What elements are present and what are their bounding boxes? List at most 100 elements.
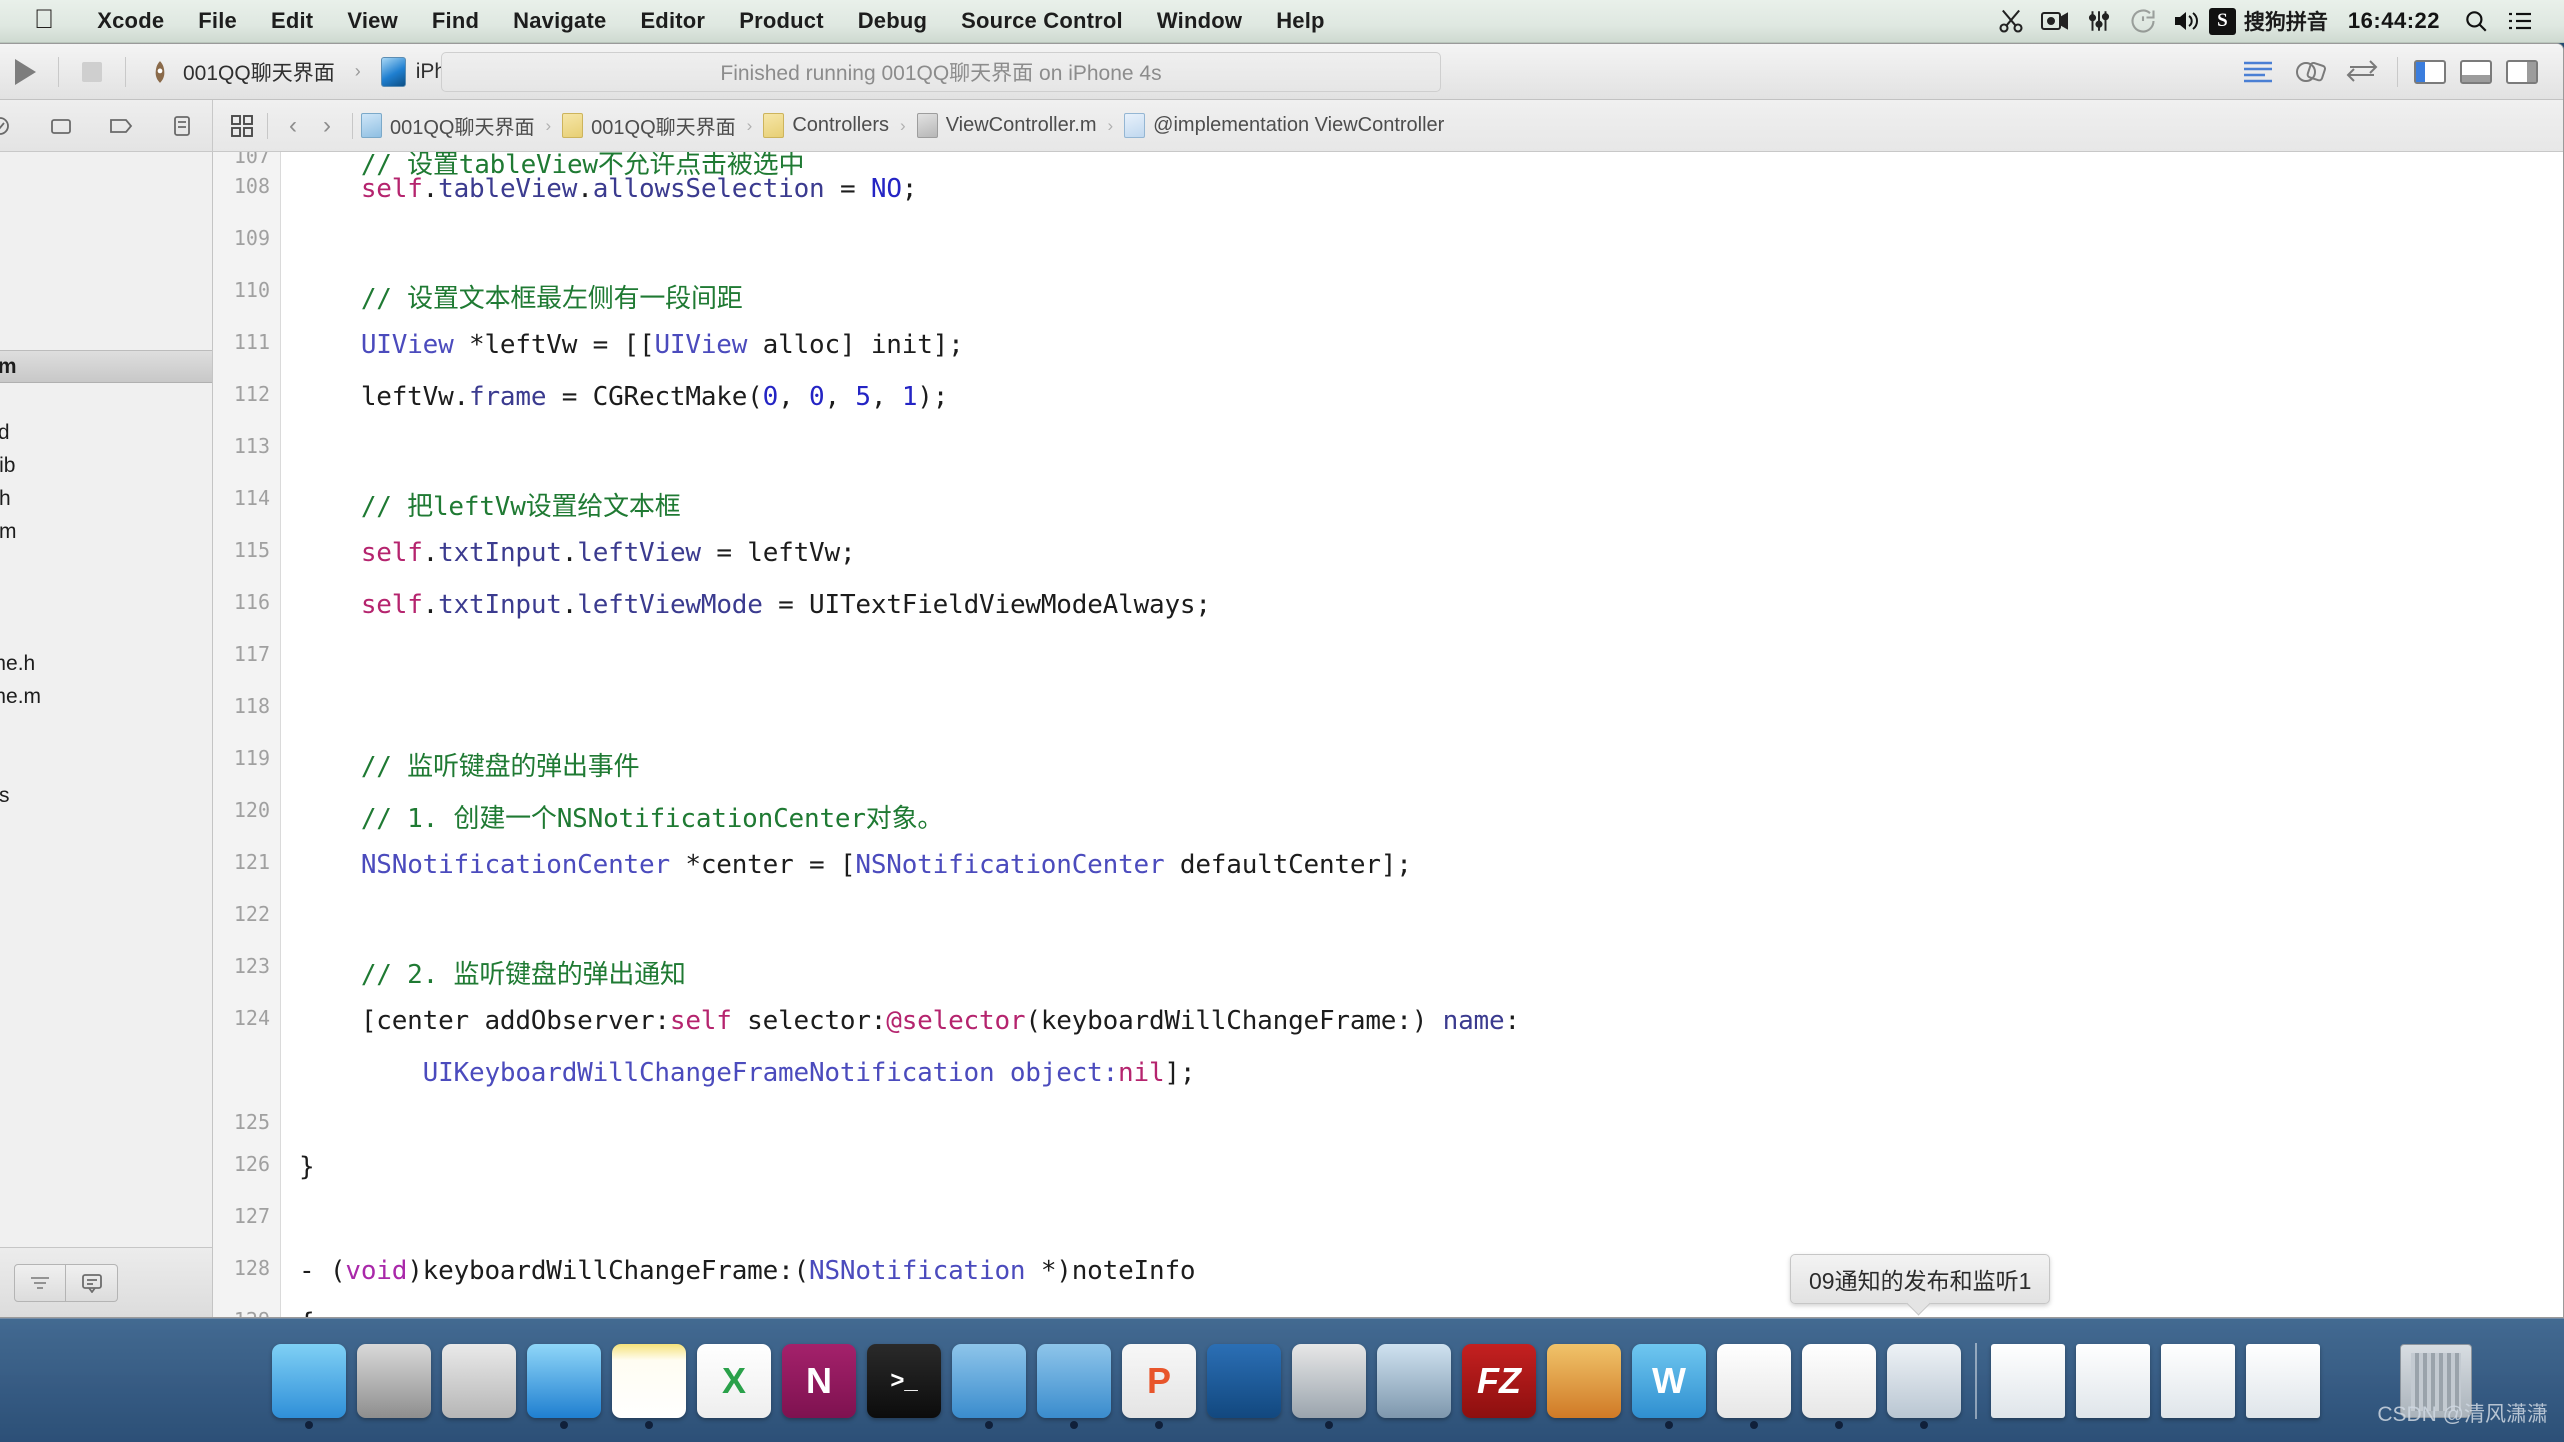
source-editor[interactable]: 107 108 109 110 111 112 113 114 115 116 117 118 119 1… [213, 152, 2563, 1317]
filter-icon[interactable] [14, 1264, 66, 1302]
dock-item-finder[interactable] [272, 1343, 346, 1429]
dock-window-thumb-1[interactable] [1991, 1343, 2065, 1418]
dock-item-ios-simulator[interactable] [1887, 1343, 1961, 1429]
test-navigator-icon[interactable] [0, 110, 20, 142]
code-line[interactable]: - (void)keyboardWillChangeFrame:(NSNotif… [299, 1256, 1196, 1286]
menu-item-edit[interactable]: Edit [254, 8, 330, 34]
debug-pane-toggle[interactable] [2453, 55, 2499, 89]
menu-item-xcode[interactable]: Xcode [80, 8, 181, 34]
file-row[interactable]: messages.plist [0, 746, 212, 779]
dock-item-filezilla[interactable]: FZ [1462, 1343, 1536, 1418]
menu-item-help[interactable]: Help [1259, 8, 1341, 34]
file-row[interactable]: ZMessageFrame.m [0, 680, 212, 713]
breadcrumb-item-1[interactable]: 001QQ聊天界面 [562, 111, 736, 140]
file-row[interactable]: 聊天界面Tests [0, 878, 212, 911]
menu-item-editor[interactable]: Editor [623, 8, 722, 34]
file-row[interactable]: cts [0, 911, 212, 944]
dock-item-terminal[interactable]: >_ [867, 1343, 941, 1418]
code-line[interactable]: self.txtInput.leftView = leftVw; [299, 538, 856, 568]
debug-navigator-icon[interactable] [41, 110, 81, 142]
code-line[interactable]: // 监听键盘的弹出事件 [299, 746, 640, 783]
dock-window-thumb-3[interactable] [2161, 1343, 2235, 1418]
code-line[interactable]: self.txtInput.leftViewMode = UITextField… [299, 590, 1211, 620]
volume-icon[interactable] [2165, 0, 2209, 43]
scheme-selector[interactable]: 001QQ聊天界面 [135, 52, 347, 92]
editor-assistant-icon[interactable] [2284, 52, 2336, 92]
file-row[interactable]: trollers [0, 284, 212, 317]
code-line[interactable]: { [299, 1308, 315, 1317]
breadcrumb-item-3[interactable]: ViewController.m [916, 113, 1097, 138]
dock-item-excel[interactable]: X [697, 1343, 771, 1418]
menu-item-view[interactable]: View [330, 8, 415, 34]
dock-window-thumb-2[interactable] [2076, 1343, 2150, 1418]
dock-window-thumb-4[interactable] [2246, 1343, 2320, 1418]
menu-bar-clock[interactable]: 16:44:22 [2348, 8, 2440, 34]
breadcrumb-item-4[interactable]: @implementation ViewController [1124, 113, 1444, 138]
dock-item-notes[interactable] [612, 1343, 686, 1429]
time-machine-icon[interactable] [2121, 0, 2165, 43]
code-line[interactable]: // 1. 创建一个NSNotificationCenter对象。 [299, 798, 944, 835]
navigator-pane-toggle[interactable] [2407, 55, 2453, 89]
editor-version-icon[interactable] [2336, 52, 2388, 92]
sogou-input-badge[interactable]: S [2208, 7, 2236, 35]
code-line[interactable]: } [299, 1152, 315, 1182]
menu-item-window[interactable]: Window [1140, 8, 1259, 34]
screen-record-icon[interactable] [2033, 0, 2077, 43]
breadcrumb-item-0[interactable]: 001QQ聊天界面 [361, 111, 534, 140]
file-row[interactable]: 天界面 [0, 152, 212, 185]
dock-item-onenote[interactable]: N [782, 1343, 856, 1418]
dock-item-snagit[interactable] [1207, 1343, 1281, 1418]
code-line[interactable]: UIView *leftVw = [[UIView alloc] init]; [299, 330, 964, 360]
snagit-scissors-icon[interactable] [1989, 0, 2033, 43]
file-row[interactable]: porting Files [0, 713, 212, 746]
stop-button[interactable] [68, 52, 116, 92]
dock-item-preview[interactable] [1377, 1343, 1451, 1418]
dock-item-powerpoint[interactable]: P [1122, 1343, 1196, 1429]
back-button[interactable]: ‹ [276, 109, 310, 143]
file-row[interactable]: aunchScreen.xib [0, 449, 212, 482]
list-icon[interactable] [2498, 0, 2542, 43]
file-row[interactable]: dels [0, 548, 212, 581]
dock-item-photoshop[interactable] [1547, 1343, 1621, 1418]
menu-item-navigate[interactable]: Navigate [496, 8, 623, 34]
file-row[interactable]: 聊天界面 [0, 218, 212, 251]
menu-item-debug[interactable]: Debug [841, 8, 944, 34]
menu-item-file[interactable]: File [181, 8, 254, 34]
file-row[interactable]: iewController.m [0, 350, 212, 383]
dock-item-textedit-1[interactable] [1717, 1343, 1791, 1429]
code-line[interactable]: leftVw.frame = CGRectMake(0, 0, 5, 1); [299, 382, 949, 412]
file-row[interactable]: ZMessageFrame.h [0, 647, 212, 680]
run-button[interactable] [1, 52, 49, 92]
code-line[interactable]: // 把leftVw设置给文本框 [299, 486, 681, 523]
file-row[interactable]: main.m [0, 845, 212, 878]
dock-item-xcode-beta[interactable] [1037, 1343, 1111, 1429]
file-row[interactable]: mages.xcassets [0, 779, 212, 812]
dock-item-word[interactable]: W [1632, 1343, 1706, 1429]
menu-item-source-control[interactable]: Source Control [944, 8, 1140, 34]
dock-item-launchpad[interactable] [442, 1343, 516, 1418]
file-row[interactable]: ers [0, 251, 212, 284]
search-icon[interactable] [2454, 0, 2498, 43]
recent-files-icon[interactable] [66, 1264, 118, 1302]
dock-item-xcode[interactable] [952, 1343, 1026, 1429]
file-row[interactable]: vs [0, 383, 212, 416]
dock-item-system-preferences[interactable] [357, 1343, 431, 1418]
breadcrumb-item-2[interactable]: Controllers [763, 113, 889, 138]
file-row[interactable]: ZMessage.h [0, 581, 212, 614]
sogou-input-label[interactable]: 搜狗拼音 [2244, 6, 2328, 36]
related-items-icon[interactable] [225, 109, 259, 143]
file-row[interactable]: Main.storyboard [0, 416, 212, 449]
menu-item-find[interactable]: Find [415, 8, 496, 34]
dock-item-textedit-2[interactable] [1802, 1343, 1876, 1429]
file-row[interactable]: iOS SDK 8.1 [0, 185, 212, 218]
breakpoint-navigator-icon[interactable] [101, 110, 141, 142]
utilities-pane-toggle[interactable] [2499, 55, 2545, 89]
file-row[interactable]: ZMessageCell.h [0, 482, 212, 515]
menu-item-product[interactable]: Product [722, 8, 841, 34]
file-row[interactable]: ZMessageCell.m [0, 515, 212, 548]
apple-logo-icon[interactable]:  [34, 5, 54, 33]
code-line[interactable]: // 设置文本框最左侧有一段间距 [299, 278, 743, 315]
dock-item-safari[interactable] [527, 1343, 601, 1429]
file-row[interactable]: iewController.h [0, 317, 212, 350]
file-row[interactable]: nfo.plist [0, 812, 212, 845]
